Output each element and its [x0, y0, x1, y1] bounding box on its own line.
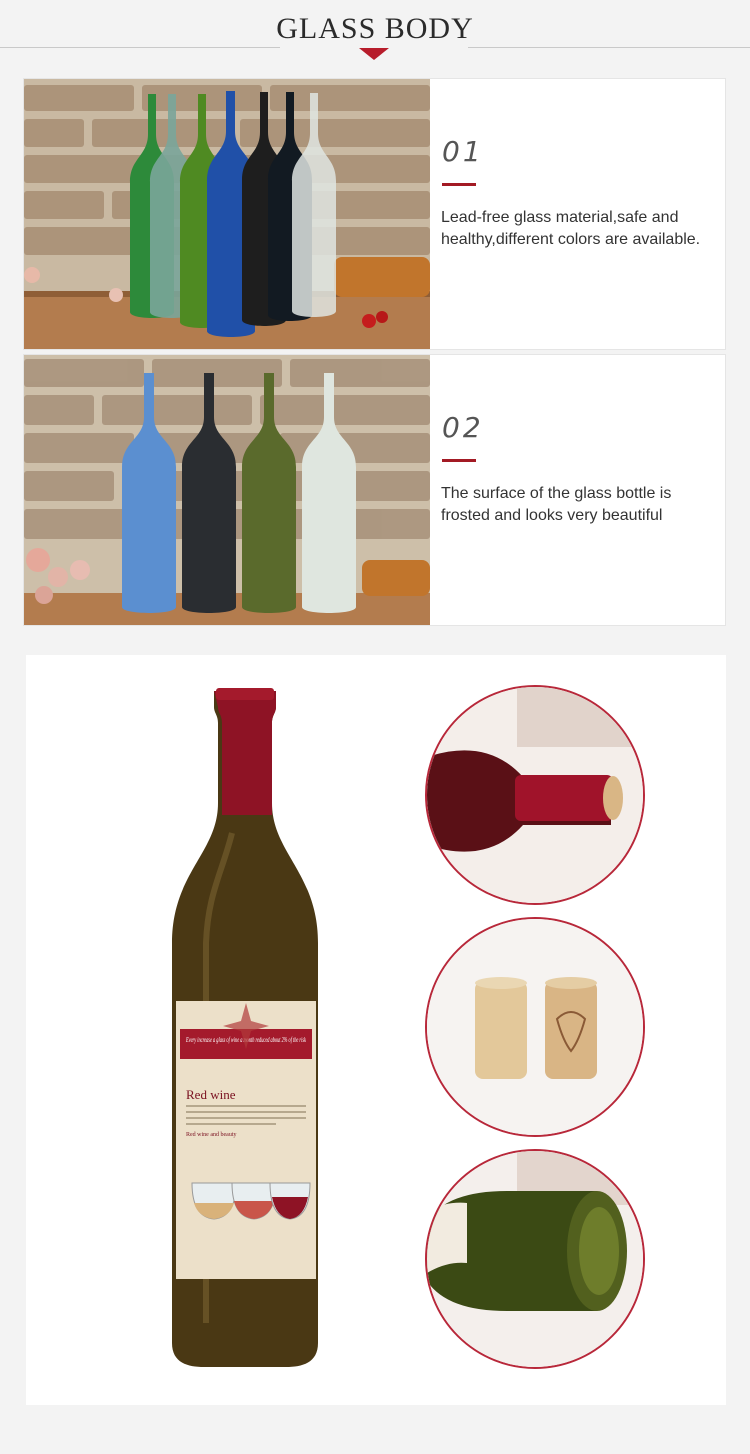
bottle-showcase: Every increase a glass of wine a month r…	[26, 655, 726, 1405]
accent-bar	[442, 183, 476, 186]
red-wine-bottle-image: Every increase a glass of wine a month r…	[172, 688, 318, 1367]
accent-bar	[442, 459, 476, 462]
header-line-left	[0, 47, 280, 48]
header-line-right	[468, 47, 750, 48]
feature-number: 02	[442, 411, 484, 444]
feature-card-01: 01 Lead-free glass material,safe and hea…	[24, 79, 725, 349]
header-triangle-icon	[359, 48, 389, 60]
feature-description: The surface of the glass bottle is frost…	[441, 485, 672, 524]
feature-card-02: 02 The surface of the glass bottle is fr…	[24, 355, 725, 625]
feature-description: Lead-free glass material,safe and health…	[441, 209, 701, 248]
section-header: GLASS BODY	[0, 0, 750, 70]
cork-detail-circle	[425, 917, 645, 1137]
page-title: GLASS BODY	[276, 12, 474, 45]
bottle-base-detail-circle	[425, 1149, 645, 1369]
frosted-bottles-photo	[24, 355, 430, 625]
feature-number: 01	[442, 135, 484, 168]
label-subtitle: Red wine and beauty	[186, 1132, 236, 1138]
cap-detail-circle	[425, 685, 645, 905]
colored-bottles-photo	[24, 79, 430, 349]
label-title: Red wine	[186, 1087, 236, 1102]
